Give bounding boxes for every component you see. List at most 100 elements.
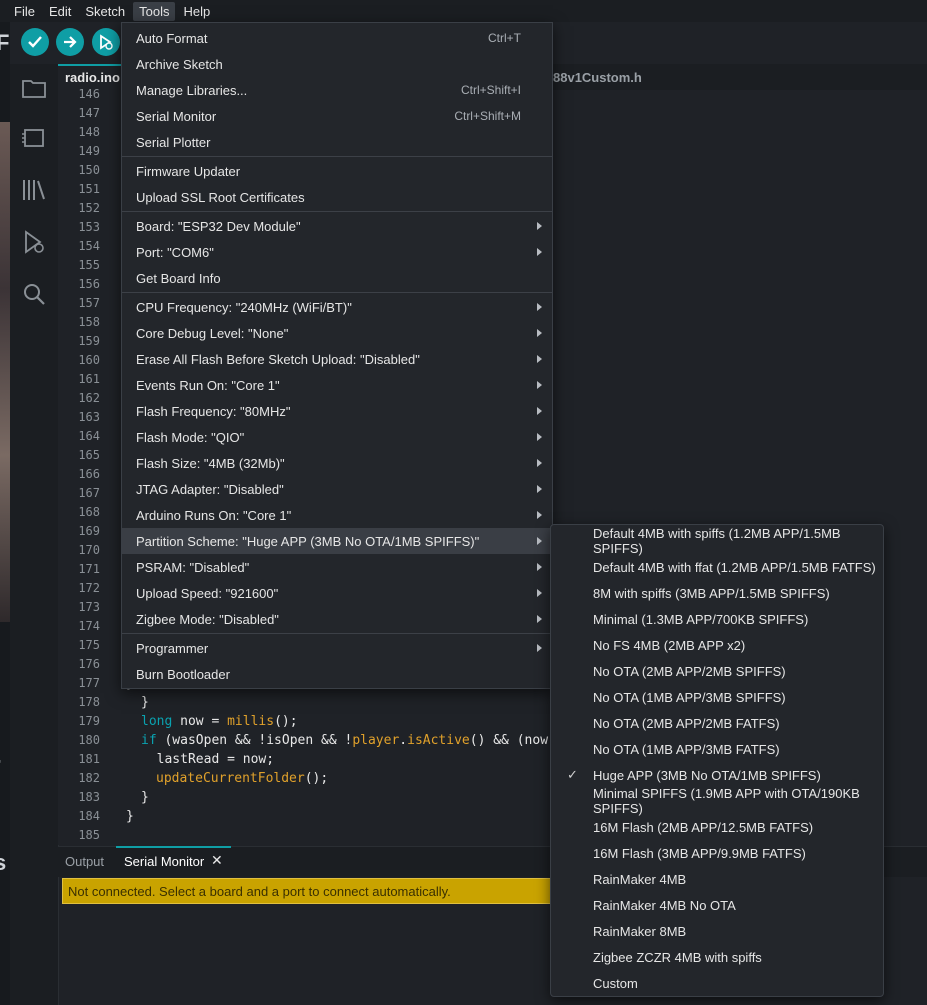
line-number: 183 [78,790,100,804]
library-icon[interactable] [20,176,48,204]
menu-item-label: Firmware Updater [136,163,241,179]
menu-item[interactable]: Firmware Updater [122,158,552,184]
menu-item-label: Manage Libraries... [136,82,248,98]
menu-item-label: Burn Bootloader [136,666,230,682]
menu-tools[interactable]: Tools [133,1,176,21]
code-line[interactable]: updateCurrentFolder(); [156,771,328,790]
checkmark-icon: ✓ [567,767,578,782]
menu-item-shortcut: Ctrl+Shift+M [454,109,521,123]
partition-option[interactable]: No FS 4MB (2MB APP x2) [551,632,883,658]
partition-option[interactable]: ✓ Huge APP (3MB No OTA/1MB SPIFFS) [551,762,883,788]
menu-item[interactable]: Partition Scheme: "Huge APP (3MB No OTA/… [122,528,552,554]
partition-option[interactable]: RainMaker 4MB [551,866,883,892]
partition-option[interactable]: 16M Flash (2MB APP/12.5MB FATFS) [551,814,883,840]
menu-item[interactable]: Upload SSL Root Certificates [122,184,552,210]
partition-option-label: No OTA (1MB APP/3MB SPIFFS) [593,689,786,705]
partition-option-label: No OTA (2MB APP/2MB FATFS) [593,715,780,731]
code-line[interactable]: } [141,790,149,809]
chevron-right-icon [537,615,542,623]
code-line[interactable]: } [126,809,134,828]
partition-option[interactable]: RainMaker 4MB No OTA [551,892,883,918]
menu-item[interactable]: Archive Sketch [122,51,552,77]
verify-button[interactable] [21,28,49,56]
menu-item-label: Upload Speed: "921600" [136,585,279,601]
close-icon[interactable]: ✕ [211,852,225,868]
menu-item[interactable]: Erase All Flash Before Sketch Upload: "D… [122,346,552,372]
tab-label[interactable]: radio.ino [65,70,120,85]
partition-option[interactable]: 8M with spiffs (3MB APP/1.5MB SPIFFS) [551,580,883,606]
tab-serial-monitor[interactable]: Serial Monitor [124,854,204,869]
partition-option[interactable]: Default 4MB with spiffs (1.2MB APP/1.5MB… [551,526,883,556]
chevron-right-icon [537,248,542,256]
menu-help[interactable]: Help [177,2,216,21]
code-line[interactable]: long now = millis(); [141,714,298,733]
menu-item[interactable]: Board: "ESP32 Dev Module" [122,213,552,239]
menu-item[interactable]: Flash Mode: "QIO" [122,424,552,450]
line-number: 163 [78,410,100,424]
line-number: 148 [78,125,100,139]
menu-item[interactable]: PSRAM: "Disabled" [122,554,552,580]
menu-item[interactable]: Core Debug Level: "None" [122,320,552,346]
menu-item-label: Flash Frequency: "80MHz" [136,403,291,419]
debug-panel-icon[interactable] [20,228,48,256]
menu-item[interactable]: Flash Size: "4MB (32Mb)" [122,450,552,476]
partition-option[interactable]: Default 4MB with ffat (1.2MB APP/1.5MB F… [551,554,883,580]
partition-option[interactable]: No OTA (1MB APP/3MB FATFS) [551,736,883,762]
menu-item[interactable]: CPU Frequency: "240MHz (WiFi/BT)" [122,294,552,320]
folder-icon[interactable] [20,74,48,102]
line-number: 146 [78,87,100,101]
code-line[interactable]: lastRead = now; [141,752,274,771]
checkmark-icon [28,36,42,48]
tools-menu: Auto Format Ctrl+T Archive Sketch Manage Li… [121,22,553,689]
partition-option[interactable]: No OTA (1MB APP/3MB SPIFFS) [551,684,883,710]
debug-button[interactable] [92,28,120,56]
menu-item[interactable]: Serial Plotter [122,129,552,155]
menu-item[interactable]: Port: "COM6" [122,239,552,265]
menu-item[interactable]: Burn Bootloader [122,661,552,687]
menu-edit[interactable]: Edit [43,2,77,21]
menu-item[interactable]: Events Run On: "Core 1" [122,372,552,398]
partition-option[interactable]: No OTA (2MB APP/2MB SPIFFS) [551,658,883,684]
menu-item-label: Programmer [136,640,209,656]
code-line[interactable]: if (wasOpen && !isOpen && !player.isActi… [141,733,548,752]
menu-item[interactable]: Upload Speed: "921600" [122,580,552,606]
partition-option[interactable]: Minimal (1.3MB APP/700KB SPIFFS) [551,606,883,632]
line-number: 177 [78,676,100,690]
line-number: 176 [78,657,100,671]
menu-sketch[interactable]: Sketch [79,2,131,21]
edge-text: F [0,30,10,55]
debug-icon [100,34,113,50]
menu-item[interactable]: Programmer [122,635,552,661]
upload-button[interactable] [56,28,84,56]
menu-item[interactable]: Zigbee Mode: "Disabled" [122,606,552,632]
menu-item[interactable]: JTAG Adapter: "Disabled" [122,476,552,502]
chevron-right-icon [537,563,542,571]
search-icon[interactable] [20,280,48,308]
code-line[interactable]: } [141,695,149,714]
partition-option[interactable]: 16M Flash (3MB APP/9.9MB FATFS) [551,840,883,866]
menu-item[interactable]: Auto Format Ctrl+T [122,25,552,51]
partition-option-label: No OTA (1MB APP/3MB FATFS) [593,741,780,757]
menu-file[interactable]: File [8,2,41,21]
menu-item[interactable]: Flash Frequency: "80MHz" [122,398,552,424]
connection-alert: Not connected. Select a board and a port… [62,878,562,904]
edge-text: r [0,752,1,778]
menu-item[interactable]: Get Board Info [122,265,552,291]
partition-option[interactable]: Custom [551,970,883,996]
tab-label[interactable]: 88v1Custom.h [553,70,642,85]
menu-item[interactable]: Serial Monitor Ctrl+Shift+M [122,103,552,129]
board-manager-icon[interactable] [20,124,48,152]
partition-option[interactable]: No OTA (2MB APP/2MB FATFS) [551,710,883,736]
menu-item-label: Archive Sketch [136,56,223,72]
menu-item[interactable]: Manage Libraries... Ctrl+Shift+I [122,77,552,103]
partition-option[interactable]: RainMaker 8MB [551,918,883,944]
chevron-right-icon [537,644,542,652]
partition-option[interactable]: Minimal SPIFFS (1.9MB APP with OTA/190KB… [551,786,883,816]
menu-item-label: Port: "COM6" [136,244,214,260]
tab-output[interactable]: Output [65,854,104,869]
partition-option[interactable]: Zigbee ZCZR 4MB with spiffs [551,944,883,970]
line-number: 173 [78,600,100,614]
menu-item[interactable]: Arduino Runs On: "Core 1" [122,502,552,528]
line-number: 161 [78,372,100,386]
chevron-right-icon [537,222,542,230]
